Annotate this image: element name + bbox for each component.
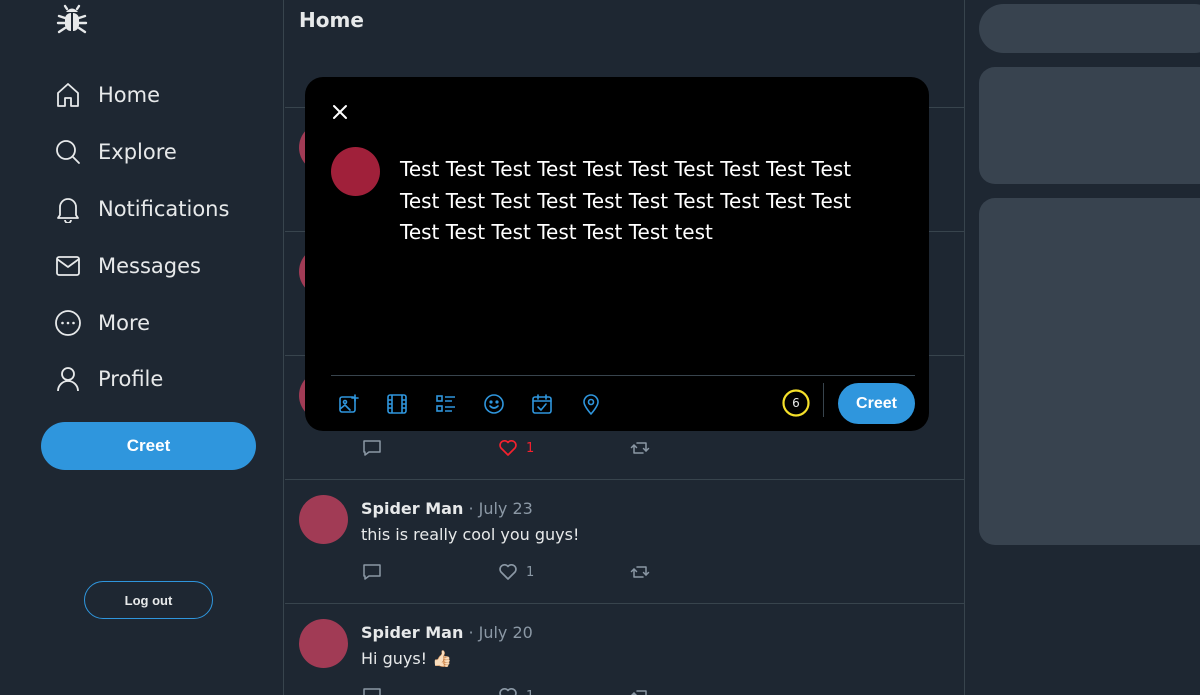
post-header: Spider Man · July 20 xyxy=(361,623,533,642)
image-icon[interactable] xyxy=(338,393,360,415)
recreet-button[interactable] xyxy=(630,562,650,582)
right-column xyxy=(966,0,1200,695)
schedule-icon[interactable] xyxy=(531,393,553,415)
logout-button[interactable]: Log out xyxy=(84,581,213,619)
like-count: 1 xyxy=(526,440,535,456)
submit-creet-button[interactable]: Creet xyxy=(838,383,915,424)
like-count: 1 xyxy=(526,689,534,695)
post-author[interactable]: Spider Man xyxy=(361,623,463,642)
post-text: this is really cool you guys! xyxy=(361,525,580,544)
avatar xyxy=(331,147,380,196)
divider xyxy=(285,603,965,604)
nav-label-messages: Messages xyxy=(98,254,201,278)
more-circle-icon xyxy=(55,310,81,336)
comment-icon xyxy=(363,564,381,580)
bug-icon[interactable] xyxy=(55,4,89,38)
divider xyxy=(285,479,965,480)
widget-placeholder xyxy=(979,67,1200,184)
divider xyxy=(823,383,824,417)
nav-item-home[interactable]: Home xyxy=(54,77,160,113)
search-placeholder xyxy=(979,4,1200,53)
nav-item-profile[interactable]: Profile xyxy=(54,361,163,397)
nav-item-explore[interactable]: Explore xyxy=(54,134,177,170)
heart-icon xyxy=(499,563,517,580)
post-author[interactable]: Spider Man xyxy=(361,499,463,518)
nav-label-explore: Explore xyxy=(98,140,177,164)
heart-icon xyxy=(499,687,517,695)
gif-icon[interactable] xyxy=(386,393,408,415)
like-button[interactable]: 1 xyxy=(498,686,534,695)
recreet-button[interactable] xyxy=(630,686,650,695)
nav-label-more: More xyxy=(98,311,151,335)
divider xyxy=(331,375,915,376)
nav-label-profile: Profile xyxy=(98,367,164,391)
nav-item-messages[interactable]: Messages xyxy=(54,248,201,284)
search-icon xyxy=(56,140,80,164)
sidebar: Home Explore Notifications Messages More xyxy=(0,0,284,695)
bell-icon xyxy=(57,198,79,223)
recreet-button[interactable] xyxy=(630,438,650,458)
reply-button[interactable] xyxy=(362,438,382,458)
compose-input[interactable]: Test Test Test Test Test Test Test Test … xyxy=(400,154,890,249)
avatar[interactable] xyxy=(299,619,348,668)
close-icon[interactable] xyxy=(329,101,351,123)
compose-modal: Test Test Test Test Test Test Test Test … xyxy=(305,77,929,431)
post-text: Hi guys! 👍🏻 xyxy=(361,649,453,668)
char-counter: 6 xyxy=(792,396,800,410)
mail-icon xyxy=(56,256,80,276)
location-icon[interactable] xyxy=(580,393,602,415)
reply-button[interactable] xyxy=(362,686,382,695)
nav-item-more[interactable]: More xyxy=(54,305,150,341)
heart-icon xyxy=(499,439,517,456)
retweet-icon xyxy=(630,690,647,695)
poll-icon[interactable] xyxy=(435,393,457,415)
reply-button[interactable] xyxy=(362,562,382,582)
retweet-icon xyxy=(630,566,650,578)
nav-label-home: Home xyxy=(98,83,161,107)
nav-item-notifications[interactable]: Notifications xyxy=(54,191,229,227)
page-title: Home xyxy=(299,8,364,32)
creet-button[interactable]: Creet xyxy=(41,422,256,470)
home-icon xyxy=(57,83,79,107)
avatar[interactable] xyxy=(299,495,348,544)
post-date: · July 23 xyxy=(468,499,533,518)
post-date: · July 20 xyxy=(468,623,533,642)
like-button[interactable]: 1 xyxy=(498,438,534,458)
comment-icon xyxy=(363,440,381,456)
like-count: 1 xyxy=(526,564,535,580)
retweet-icon xyxy=(630,442,650,454)
comment-icon xyxy=(363,688,381,695)
user-icon xyxy=(57,367,79,392)
post-header: Spider Man · July 23 xyxy=(361,499,533,518)
emoji-icon[interactable] xyxy=(483,393,505,415)
like-button[interactable]: 1 xyxy=(498,562,534,582)
widget-placeholder xyxy=(979,198,1200,545)
nav-label-notifications: Notifications xyxy=(98,197,230,221)
